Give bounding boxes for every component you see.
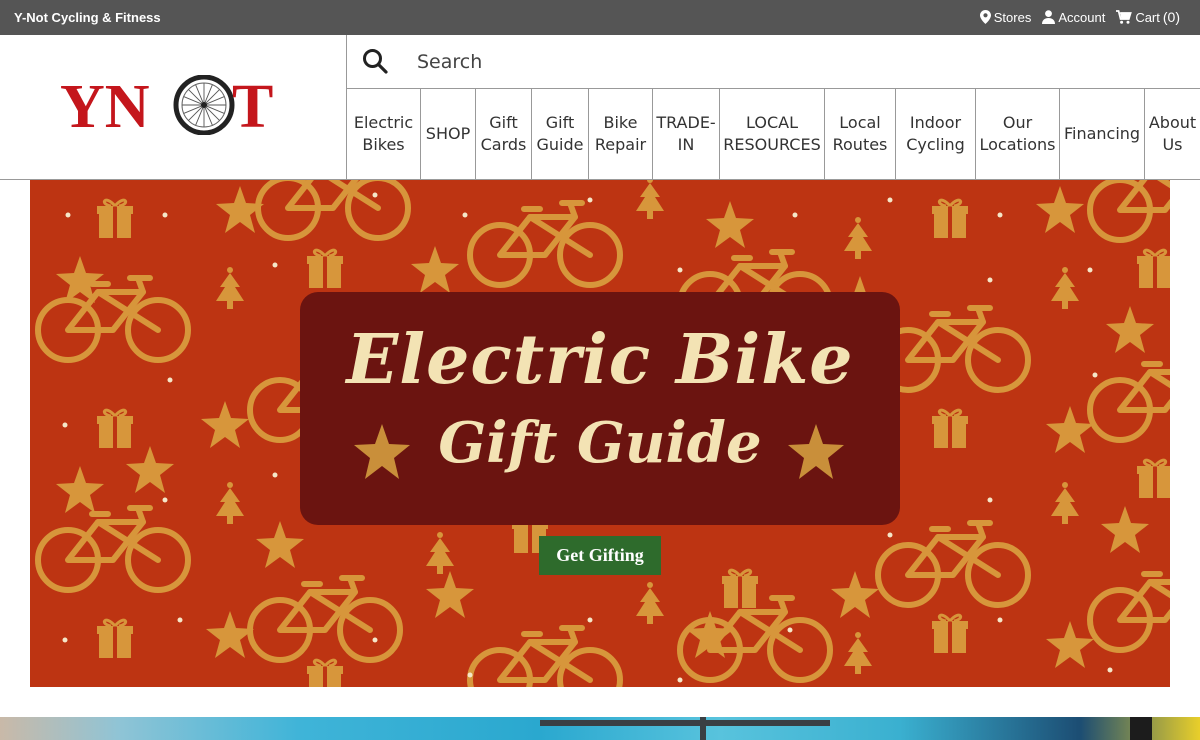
- stores-label: Stores: [993, 9, 1032, 25]
- nav-label: Gift Guide: [536, 113, 584, 154]
- wheel-icon: [173, 75, 235, 135]
- stores-link[interactable]: Stores: [979, 9, 1032, 25]
- nav-label: Financing: [1063, 124, 1141, 143]
- map-pin-icon: [979, 10, 991, 24]
- search-input[interactable]: [417, 45, 1177, 79]
- account-link[interactable]: Account: [1042, 10, 1105, 25]
- nav-item-about-us[interactable]: About Us: [1145, 89, 1200, 179]
- user-icon: [1042, 10, 1056, 24]
- nav-item-electric-bikes[interactable]: Electric Bikes: [347, 89, 421, 179]
- nav-item-indoor-cycling[interactable]: Indoor Cycling: [896, 89, 976, 179]
- nav-item-gift-guide[interactable]: Gift Guide: [532, 89, 589, 179]
- star-icon: [354, 424, 410, 479]
- nav-item-bike-repair[interactable]: Bike Repair: [589, 89, 653, 179]
- search-bar: [347, 35, 1200, 89]
- next-section-image: [0, 717, 1200, 740]
- get-gifting-button[interactable]: Get Gifting: [539, 536, 661, 575]
- gift-guide-panel: Electric Bike Gift Guide: [300, 292, 900, 525]
- nav-label: LOCAL RESOURCES: [723, 113, 821, 154]
- nav-item-local-routes[interactable]: Local Routes: [825, 89, 896, 179]
- logo-area: YN T: [0, 35, 347, 179]
- cart-label: Cart: [1135, 9, 1160, 25]
- nav-item-our-locations[interactable]: Our Locations: [976, 89, 1060, 179]
- logo-text-t: T: [232, 75, 273, 135]
- hero-banner[interactable]: Electric Bike Gift Guide Get Gifting: [30, 180, 1170, 687]
- nav-label: Bike Repair: [594, 113, 647, 154]
- nav-item-gift-cards[interactable]: Gift Cards: [476, 89, 532, 179]
- nav-label: TRADE- IN: [656, 113, 716, 154]
- store-name: Y-Not Cycling & Fitness: [14, 10, 161, 25]
- cart-count: (0): [1162, 9, 1180, 25]
- account-label: Account: [1058, 9, 1106, 25]
- nav-item-trade-in[interactable]: TRADE- IN: [653, 89, 720, 179]
- site-header: YN T ElectricB: [0, 35, 1200, 180]
- nav-label: Electric Bikes: [353, 113, 414, 154]
- nav-item-financing[interactable]: Financing: [1060, 89, 1145, 179]
- handlebar-grip: [1130, 717, 1152, 740]
- bike-rack-post: [700, 717, 706, 740]
- nav-label: Our Locations: [979, 113, 1056, 154]
- utility-links: Stores Account Cart (0): [979, 9, 1180, 25]
- shopping-cart-icon: [1116, 10, 1133, 24]
- nav-label: About Us: [1148, 113, 1197, 154]
- nav-item-local-resources[interactable]: LOCAL RESOURCES: [720, 89, 825, 179]
- nav-label: Local Routes: [832, 113, 888, 154]
- cart-link[interactable]: Cart (0): [1116, 9, 1180, 25]
- nav-label: SHOP: [425, 124, 471, 143]
- nav-label: Gift Cards: [480, 113, 527, 154]
- main-nav: Electric Bikes SHOP Gift Cards Gift Guide B…: [347, 89, 1200, 179]
- nav-label: Indoor Cycling: [906, 113, 965, 154]
- utility-bar: Y-Not Cycling & Fitness Stores Account C…: [0, 0, 1200, 35]
- logo-text-yn: YN: [60, 75, 150, 135]
- bike-rack-bar: [540, 720, 830, 726]
- hero-title: Electric Bike: [346, 320, 854, 400]
- star-icon: [788, 424, 844, 479]
- search-icon[interactable]: [362, 48, 388, 74]
- ynot-logo[interactable]: YN T: [60, 75, 290, 135]
- nav-item-shop[interactable]: SHOP: [421, 89, 476, 179]
